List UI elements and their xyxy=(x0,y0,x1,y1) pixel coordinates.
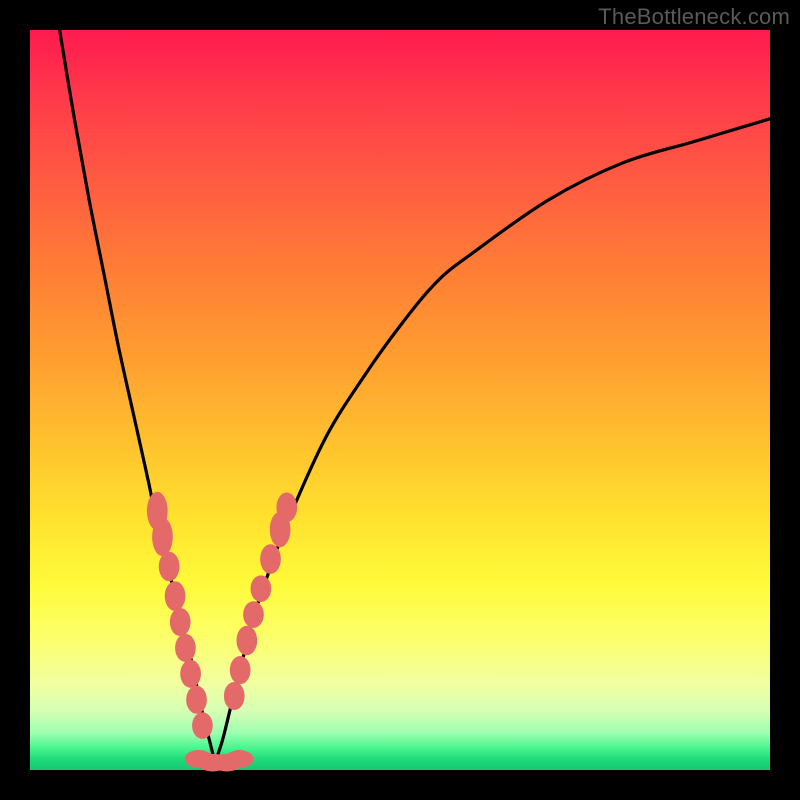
marker-layer xyxy=(147,492,297,772)
curve-right-branch xyxy=(215,119,770,763)
chart-frame: TheBottleneck.com xyxy=(0,0,800,800)
marker-bottom-fit-band xyxy=(225,750,253,768)
chart-svg xyxy=(30,30,770,770)
marker-right-fit-band xyxy=(236,626,257,656)
marker-left-fit-band xyxy=(159,552,180,582)
marker-right-fit-band xyxy=(276,493,297,523)
marker-right-fit-band xyxy=(260,544,281,574)
marker-right-fit-band xyxy=(251,575,272,602)
marker-left-fit-band xyxy=(152,518,173,556)
marker-left-fit-band xyxy=(165,581,186,611)
marker-left-fit-band xyxy=(192,712,213,739)
watermark-text: TheBottleneck.com xyxy=(598,4,790,30)
marker-right-fit-band xyxy=(243,601,264,628)
marker-left-fit-band xyxy=(186,686,207,714)
marker-left-fit-band xyxy=(170,608,191,636)
curve-layer xyxy=(60,30,770,763)
marker-right-fit-band xyxy=(230,656,251,684)
marker-left-fit-band xyxy=(175,634,196,662)
marker-left-fit-band xyxy=(180,660,201,688)
marker-right-fit-band xyxy=(224,682,245,710)
